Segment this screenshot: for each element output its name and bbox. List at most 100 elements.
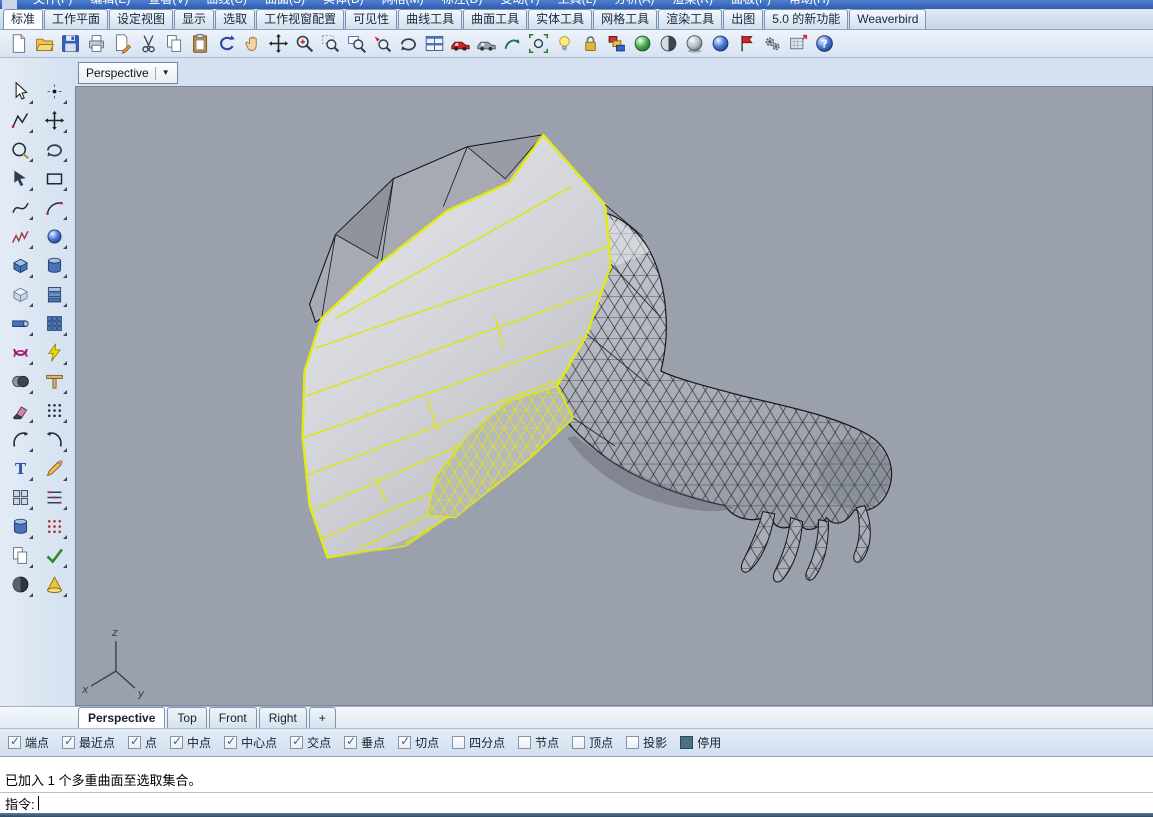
osnap-point[interactable]: 点 [128,734,157,751]
vp-tab-perspective[interactable]: Perspective [78,707,165,728]
rectangle-tool[interactable] [41,166,67,191]
osnap-end[interactable]: 端点 [8,734,49,751]
shade-tool[interactable] [7,572,33,597]
paste-button[interactable] [187,31,213,56]
cplane-button[interactable] [785,31,811,56]
tab-cplane[interactable]: 工作平面 [44,9,108,29]
zoom-button[interactable] [291,31,317,56]
cylinder-tool[interactable] [41,253,67,278]
align-tool[interactable] [41,369,67,394]
surface-box-tool[interactable] [7,282,33,307]
checkbox[interactable] [452,736,465,749]
array-tool[interactable] [41,311,67,336]
refresh-view-button[interactable] [499,31,525,56]
boolean-tool[interactable] [7,369,33,394]
checkbox[interactable] [680,736,693,749]
rotate-view-button[interactable] [395,31,421,56]
menu-item[interactable]: 实体(D) [314,0,373,9]
sketch-tool[interactable] [7,224,33,249]
move-tool[interactable] [41,108,67,133]
tab-new-in-v5[interactable]: 5.0 的新功能 [764,9,848,29]
rendered-viewport-button[interactable] [707,31,733,56]
box-tool[interactable] [7,253,33,278]
tab-render-tools[interactable]: 渲染工具 [658,9,722,29]
delete-tool[interactable] [7,398,33,423]
undo-button[interactable] [213,31,239,56]
confirm-tool[interactable] [41,543,67,568]
checkbox[interactable] [8,736,21,749]
tab-curve-tools[interactable]: 曲线工具 [398,9,462,29]
osnap-mid[interactable]: 中点 [170,734,211,751]
tab-weaverbird[interactable]: Weaverbird [849,9,926,29]
point-tool[interactable] [41,79,67,104]
blend-tool[interactable] [7,340,33,365]
properties-button[interactable] [109,31,135,56]
new-file-button[interactable] [5,31,31,56]
duplicate-tool[interactable] [7,543,33,568]
explode-tool[interactable] [41,340,67,365]
zoom-extents-button[interactable] [525,31,551,56]
menu-item[interactable]: 变动(T) [491,0,548,9]
loft-tool[interactable] [41,282,67,307]
tab-solid-tools[interactable]: 实体工具 [528,9,592,29]
vp-tab-front[interactable]: Front [209,707,257,728]
osnap-knot[interactable]: 节点 [518,734,559,751]
viewport-title-tab[interactable]: Perspective ▼ [78,62,178,84]
zoom-selected-button[interactable] [369,31,395,56]
arc-tool[interactable] [41,195,67,220]
zoom-window-button[interactable] [343,31,369,56]
osnap-near[interactable]: 最近点 [62,734,115,751]
zoom-dynamic-button[interactable] [317,31,343,56]
checkbox[interactable] [128,736,141,749]
tab-visibility[interactable]: 可见性 [345,9,397,29]
viewport-layout-button[interactable] [421,31,447,56]
point-cloud-tool[interactable] [41,514,67,539]
checkbox[interactable] [518,736,531,749]
fillet-tool[interactable] [7,427,33,452]
menu-item[interactable]: 工具(L) [549,0,606,9]
linear-array-tool[interactable] [41,485,67,510]
tab-set-view[interactable]: 设定视图 [109,9,173,29]
move-button[interactable] [265,31,291,56]
checkbox[interactable] [398,736,411,749]
pan-button[interactable] [239,31,265,56]
menu-item[interactable]: 分析(A) [605,0,663,9]
help-button[interactable] [811,31,837,56]
vp-tab-add[interactable]: + [309,707,336,728]
layers-button[interactable] [603,31,629,56]
menu-item[interactable]: 编辑(E) [81,0,139,9]
osnap-intersection[interactable]: 交点 [290,734,331,751]
shaded-viewport-button[interactable] [655,31,681,56]
cut-button[interactable] [135,31,161,56]
menu-item[interactable]: 渲染(R) [663,0,722,9]
osnap-perpendicular[interactable]: 垂点 [344,734,385,751]
menu-item[interactable]: 曲线(C) [197,0,256,9]
cone-tool[interactable] [41,572,67,597]
tab-standard[interactable]: 标准 [3,9,43,29]
text-tool[interactable] [7,456,33,481]
chamfer-tool[interactable] [41,427,67,452]
tab-display[interactable]: 显示 [174,9,214,29]
rotate-tool[interactable] [41,137,67,162]
render-button[interactable] [629,31,655,56]
vp-tab-right[interactable]: Right [259,707,307,728]
show-objects-button[interactable] [551,31,577,56]
perspective-viewport[interactable]: z x y [75,86,1153,706]
open-file-button[interactable] [31,31,57,56]
menu-item[interactable]: 曲面(S) [256,0,314,9]
checkbox[interactable] [572,736,585,749]
point-grid-tool[interactable] [41,398,67,423]
lasso-select-tool[interactable] [7,166,33,191]
checkbox[interactable] [170,736,183,749]
vp-tab-top[interactable]: Top [167,707,206,728]
polyline-tool[interactable] [7,108,33,133]
annotation-button[interactable] [733,31,759,56]
menu-item[interactable]: 标注(D) [433,0,492,9]
tab-mesh-tools[interactable]: 网格工具 [593,9,657,29]
group-tool[interactable] [7,485,33,510]
chevron-down-icon[interactable]: ▼ [162,69,170,77]
checkbox[interactable] [224,736,237,749]
render-preview-button[interactable] [681,31,707,56]
wireframe-mode-button[interactable] [473,31,499,56]
checkbox[interactable] [62,736,75,749]
